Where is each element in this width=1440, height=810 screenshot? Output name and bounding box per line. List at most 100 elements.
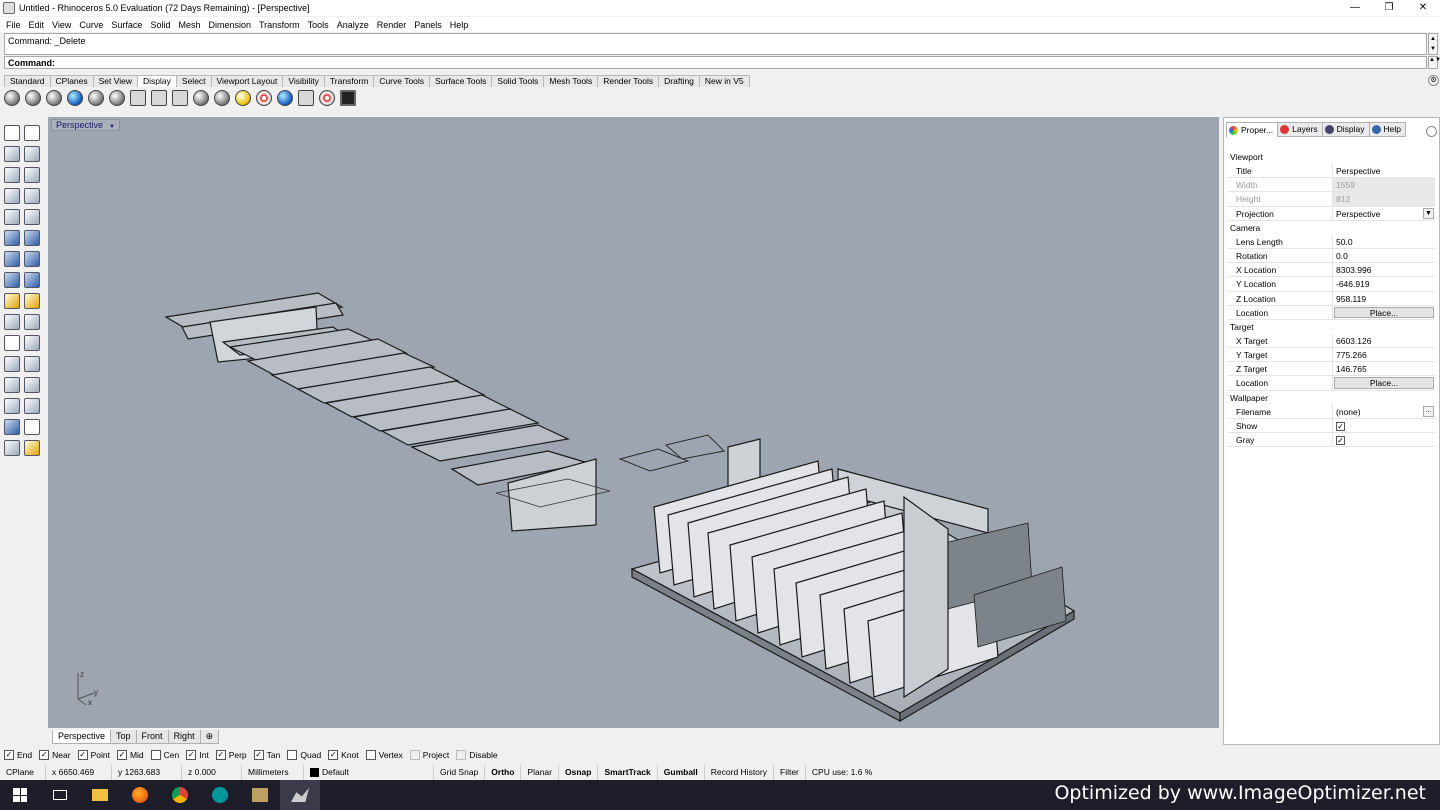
- isocurve-icon[interactable]: [298, 90, 314, 106]
- osnap-toggle[interactable]: Osnap: [559, 765, 599, 780]
- toolbar-tab-mesh-tools[interactable]: Mesh Tools: [543, 75, 599, 87]
- close-button[interactable]: ✕: [1406, 0, 1440, 16]
- polygon-tool-icon[interactable]: [4, 188, 20, 204]
- panel-tab-display[interactable]: Display: [1321, 122, 1370, 137]
- box-tool-icon[interactable]: [4, 251, 20, 267]
- menu-view[interactable]: View: [52, 20, 71, 30]
- toolbar-tab-standard[interactable]: Standard: [4, 75, 51, 87]
- sphere-tool-icon[interactable]: [24, 251, 40, 267]
- osnap-checkbox[interactable]: [150, 750, 161, 760]
- toolbar-tab-transform[interactable]: Transform: [323, 75, 375, 87]
- osnap-int[interactable]: ✓ Int: [186, 750, 209, 760]
- place-button[interactable]: Place...: [1334, 306, 1434, 318]
- menu-solid[interactable]: Solid: [150, 20, 170, 30]
- curvature-analysis-icon[interactable]: [277, 90, 293, 106]
- osnap-checkbox[interactable]: ✓: [39, 750, 50, 760]
- menu-tools[interactable]: Tools: [308, 20, 329, 30]
- osnap-checkbox[interactable]: ✓: [215, 750, 226, 760]
- start-button[interactable]: [0, 780, 40, 810]
- planar-toggle[interactable]: Planar: [521, 765, 559, 780]
- select-arrow-tool-icon[interactable]: [4, 125, 20, 141]
- prop-value-height[interactable]: 812: [1332, 192, 1435, 206]
- globe-display-icon[interactable]: [193, 90, 209, 106]
- menu-panels[interactable]: Panels: [414, 20, 442, 30]
- block-tool-icon[interactable]: [24, 377, 40, 393]
- array-tool-icon[interactable]: [4, 398, 20, 414]
- explode-tool-icon[interactable]: [24, 293, 40, 309]
- copy-tool-icon[interactable]: [24, 314, 40, 330]
- rectangle-tool-icon[interactable]: [24, 188, 40, 204]
- menu-help[interactable]: Help: [450, 20, 469, 30]
- osnap-checkbox[interactable]: [456, 750, 467, 760]
- arc-tool-icon[interactable]: [24, 167, 40, 183]
- text-tool-icon[interactable]: [4, 356, 20, 372]
- prop-value-title[interactable]: Perspective: [1332, 164, 1435, 178]
- osnap-checkbox[interactable]: [409, 750, 420, 760]
- draft-angle-icon[interactable]: [319, 90, 335, 106]
- toolbar-gear-icon[interactable]: ⚙: [1428, 75, 1439, 86]
- cylinder-tool-icon[interactable]: [4, 272, 20, 288]
- prop-value-location[interactable]: Place...: [1332, 305, 1435, 319]
- command-line-input[interactable]: Command:: [4, 56, 1427, 69]
- revolve-tool-icon[interactable]: [24, 230, 40, 246]
- prop-value-x-location[interactable]: 8303.996: [1332, 263, 1435, 277]
- osnap-near[interactable]: ✓ Near: [39, 750, 71, 760]
- smarttrack-toggle[interactable]: SmartTrack: [598, 765, 658, 780]
- boolean-union-tool-icon[interactable]: [4, 293, 20, 309]
- menu-edit[interactable]: Edit: [29, 20, 45, 30]
- wireframe-viewport-icon[interactable]: [4, 90, 20, 106]
- prop-value-rotation[interactable]: 0.0: [1332, 248, 1435, 263]
- toolbar-tab-display[interactable]: Display: [137, 75, 177, 87]
- prop-value-width[interactable]: 1559: [1332, 178, 1435, 192]
- menu-dimension[interactable]: Dimension: [208, 20, 251, 30]
- prop-value-filename[interactable]: (none)...: [1332, 404, 1435, 418]
- toolbar-tab-cplanes[interactable]: CPlanes: [49, 75, 94, 87]
- extrude-tool-icon[interactable]: [24, 272, 40, 288]
- osnap-end[interactable]: ✓ End: [4, 750, 32, 760]
- projection-dropdown-arrow-icon[interactable]: ▼: [1423, 207, 1434, 219]
- prop-value-z-target[interactable]: 146.765: [1332, 362, 1435, 376]
- prop-value-z-location[interactable]: 958.119: [1332, 291, 1435, 305]
- ortho-toggle[interactable]: Ortho: [485, 765, 522, 780]
- osnap-cen[interactable]: Cen: [150, 750, 179, 760]
- menu-analyze[interactable]: Analyze: [337, 20, 369, 30]
- osnap-checkbox[interactable]: ✓: [116, 750, 127, 760]
- gray-checkbox[interactable]: ✓: [1336, 436, 1345, 445]
- osnap-checkbox[interactable]: [365, 750, 376, 760]
- osnap-vertex[interactable]: Vertex: [365, 750, 403, 760]
- prop-value-y-target[interactable]: 775.266: [1332, 348, 1435, 362]
- shaded-viewport-icon[interactable]: [25, 90, 41, 106]
- toolbar-tab-render-tools[interactable]: Render Tools: [597, 75, 660, 87]
- group-tool-icon[interactable]: [4, 377, 20, 393]
- status-units[interactable]: Millimeters: [242, 765, 304, 780]
- circle-tool-icon[interactable]: [4, 167, 20, 183]
- osnap-knot[interactable]: ✓ Knot: [328, 750, 359, 760]
- render-icon[interactable]: [235, 90, 251, 106]
- prop-value-y-location[interactable]: -646.919: [1332, 277, 1435, 291]
- toolbar-tab-new-in-v5[interactable]: New in V5: [698, 75, 750, 87]
- menu-transform[interactable]: Transform: [259, 20, 300, 30]
- browse-filename-button[interactable]: ...: [1423, 405, 1434, 417]
- viewport-tab-top[interactable]: Top: [110, 730, 137, 744]
- osnap-mid[interactable]: ✓ Mid: [116, 750, 144, 760]
- osnap-project[interactable]: Project: [409, 750, 449, 760]
- technical-viewport-icon[interactable]: [130, 90, 146, 106]
- prop-value-x-target[interactable]: 6603.126: [1332, 333, 1435, 348]
- toolbar-tab-curve-tools[interactable]: Curve Tools: [373, 75, 431, 87]
- menu-curve[interactable]: Curve: [79, 20, 103, 30]
- filter-toggle[interactable]: Filter: [774, 765, 806, 780]
- toolbar-tab-set-view[interactable]: Set View: [92, 75, 139, 87]
- osnap-checkbox[interactable]: ✓: [186, 750, 197, 760]
- prop-value-show[interactable]: ✓: [1332, 418, 1435, 432]
- gumball-toggle[interactable]: Gumball: [658, 765, 705, 780]
- perspective-viewport[interactable]: Perspective ▼ z y x: [48, 117, 1219, 728]
- file-explorer-icon[interactable]: [80, 780, 120, 810]
- osnap-checkbox[interactable]: ✓: [328, 750, 339, 760]
- toolbar-tab-viewport-layout[interactable]: Viewport Layout: [210, 75, 284, 87]
- shaded-all-icon[interactable]: [46, 90, 62, 106]
- menu-file[interactable]: File: [6, 20, 21, 30]
- status-cplane[interactable]: CPlane: [0, 765, 46, 780]
- viewport-tab-front[interactable]: Front: [135, 730, 169, 744]
- osnap-quad[interactable]: Quad: [287, 750, 321, 760]
- osnap-disable[interactable]: Disable: [456, 750, 498, 760]
